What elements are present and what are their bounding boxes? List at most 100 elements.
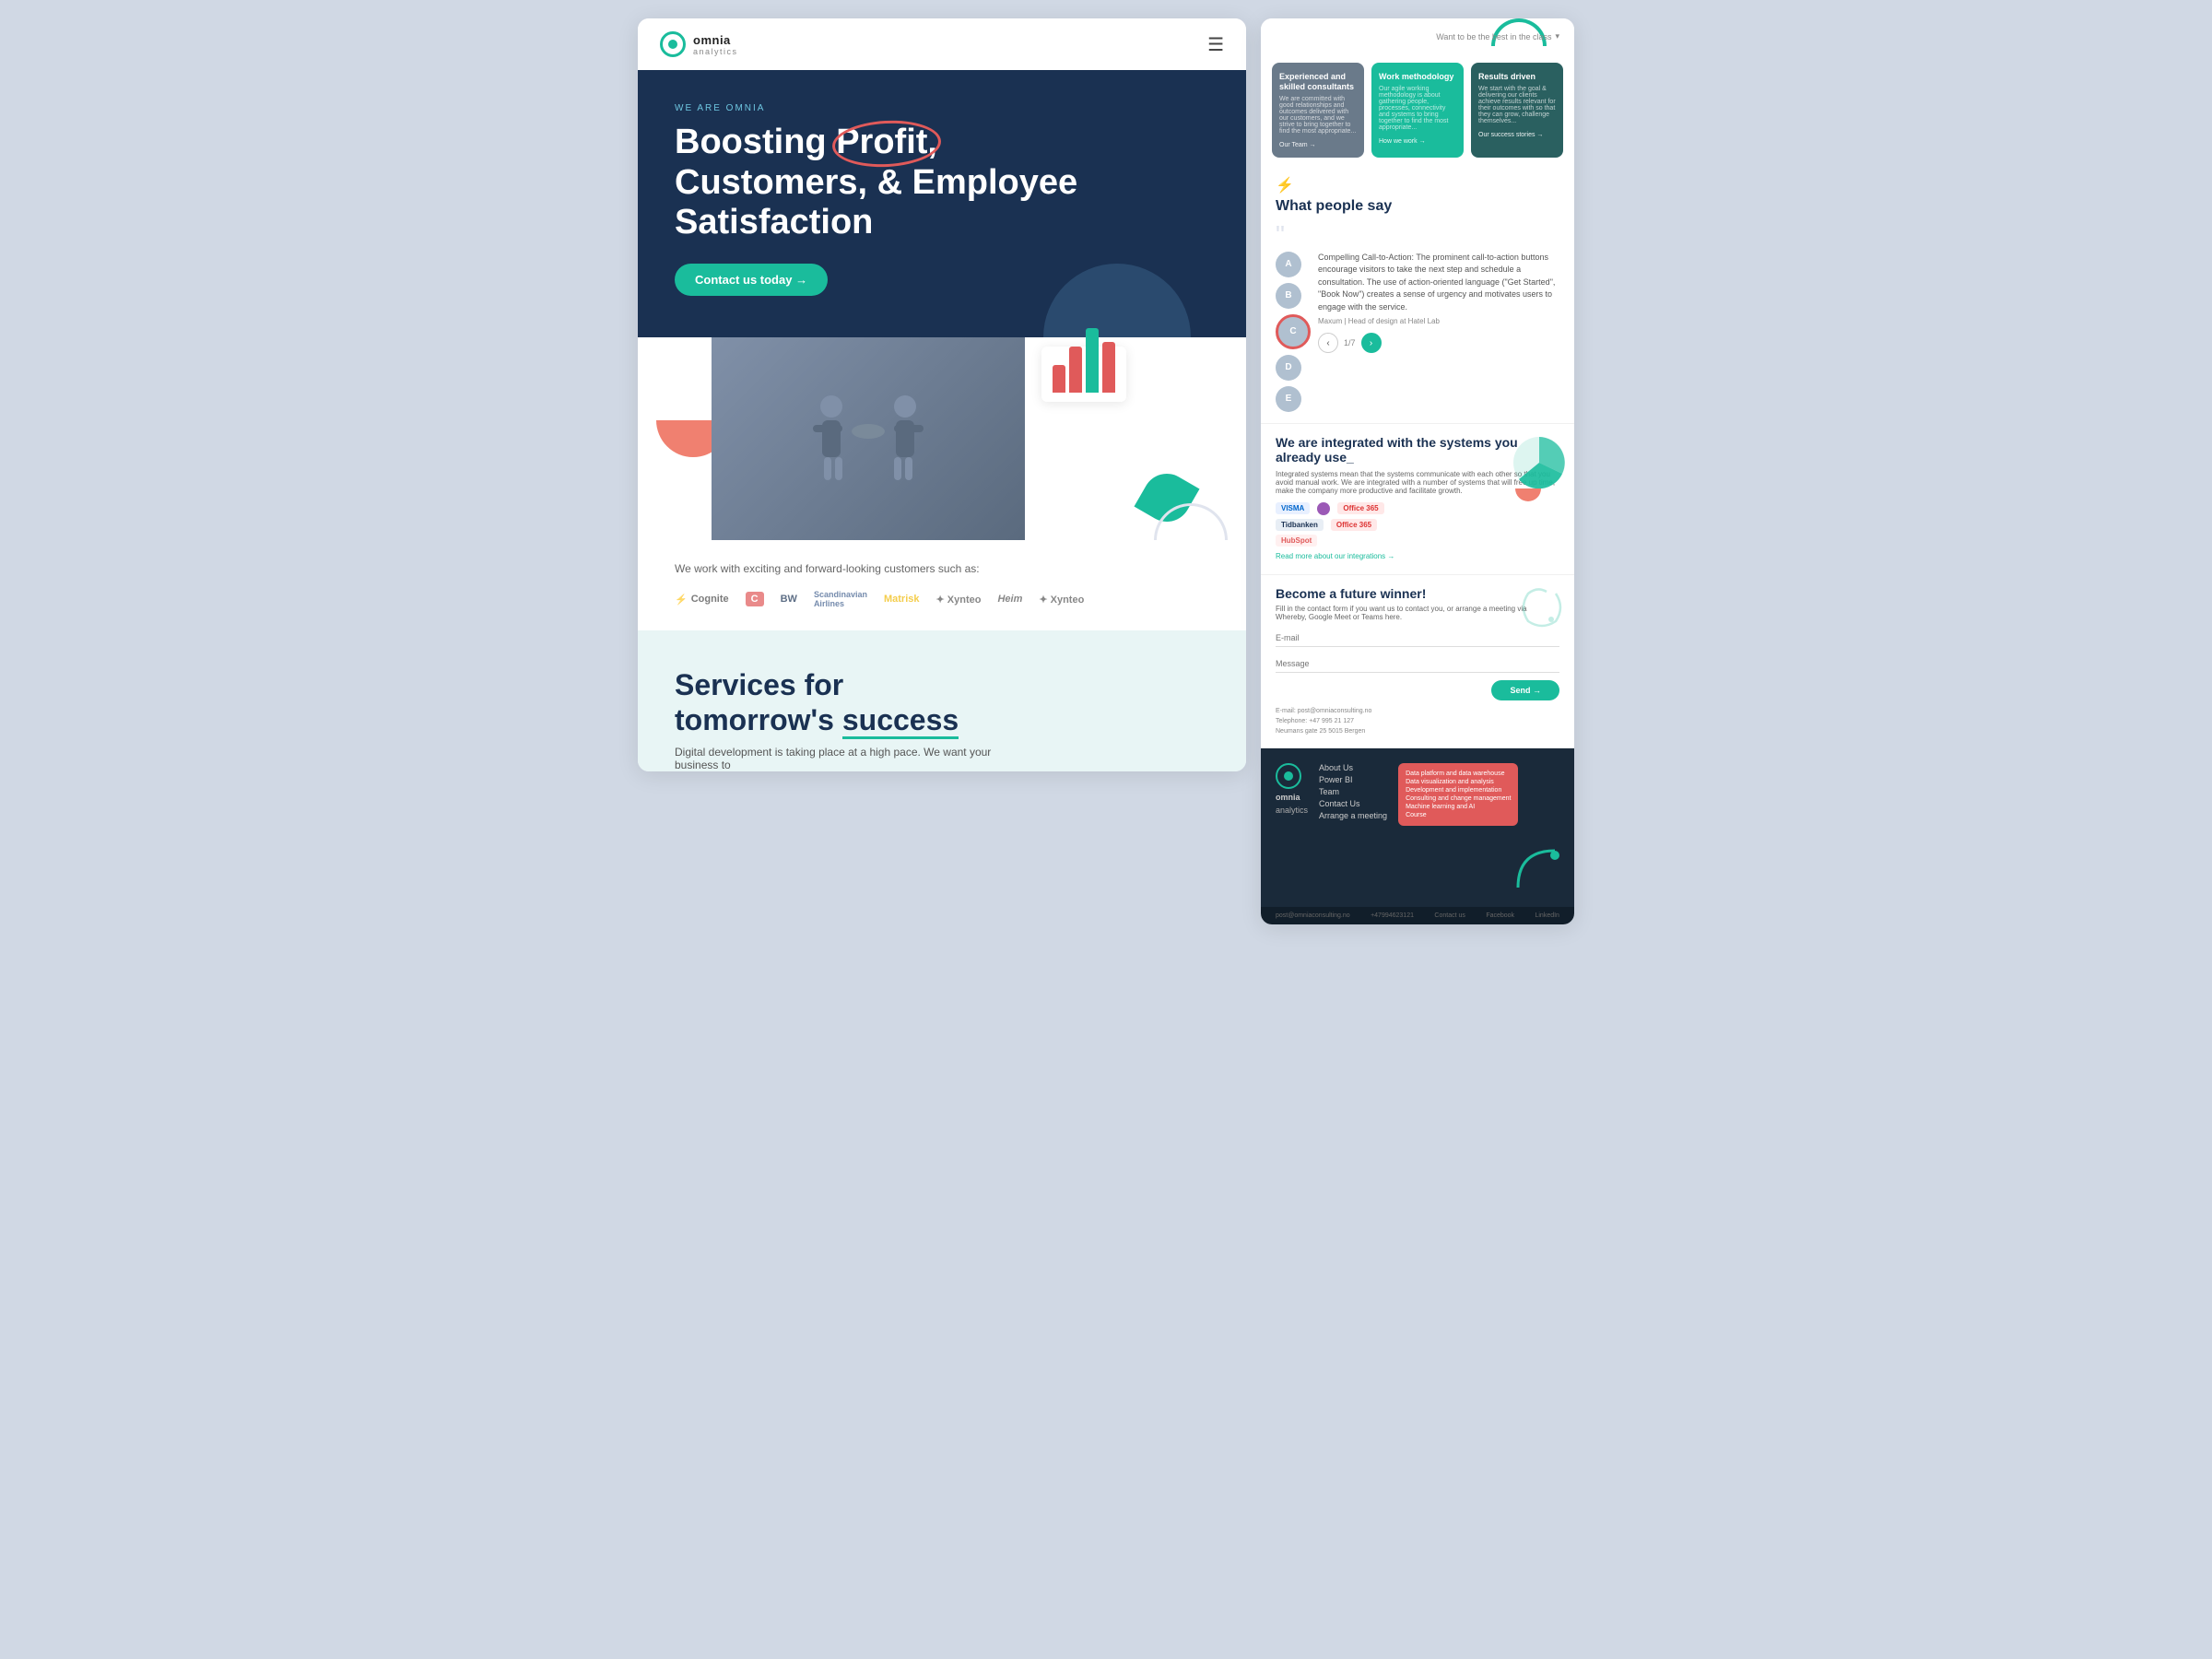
email-field[interactable] [1276, 629, 1559, 647]
footer-bottom: post@omniaconsulting.no +47994623121 Con… [1261, 907, 1574, 924]
footer-service-4: Consulting and change management [1406, 795, 1511, 802]
cards-row: Experienced and skilled consultants We a… [1261, 55, 1574, 165]
footer-logo-icon [1276, 763, 1301, 789]
testimonial-navigation: ‹ 1/7 › [1318, 333, 1559, 353]
footer-linkedin-link[interactable]: LinkedIn [1535, 912, 1559, 919]
contact-description: Fill in the contact form if you want us … [1276, 605, 1559, 621]
footer-facebook-link[interactable]: Facebook [1486, 912, 1514, 919]
send-button[interactable]: Send → [1491, 680, 1559, 700]
brand-sub: analytics [693, 47, 738, 56]
client-bw: BW [781, 594, 797, 605]
card-methodology-link[interactable]: How we work → [1379, 138, 1456, 145]
image-inner [712, 337, 1025, 540]
footer-link-meeting[interactable]: Arrange a meeting [1319, 811, 1387, 820]
visma-logo: VISMA [1276, 502, 1310, 514]
card-consultants-title: Experienced and skilled consultants [1279, 72, 1357, 92]
footer-service-6: Course [1406, 812, 1511, 818]
purple-dot-decoration [1317, 502, 1330, 515]
integrations-link-text: Read more about our integrations → [1276, 552, 1394, 560]
client-xynteo2: ✦ Xynteo [1039, 594, 1084, 606]
dropdown-bar[interactable]: Want to be the best in the class ▾ [1436, 31, 1559, 41]
business-section [638, 337, 1246, 540]
office365-logo-2: Office 365 [1331, 519, 1377, 531]
chart-widget [1041, 347, 1126, 402]
footer-logo-area: omnia analytics [1276, 763, 1308, 826]
testimonial-count: 1/7 [1344, 338, 1356, 347]
services-description: Digital development is taking place at a… [675, 746, 1025, 771]
card-results-desc: We start with the goal & delivering our … [1478, 86, 1556, 124]
swirl-decoration [1519, 584, 1565, 630]
handshake-image [712, 337, 1025, 540]
footer-service-2: Data visualization and analysis [1406, 779, 1511, 785]
testimonial-prev-button[interactable]: ‹ [1318, 333, 1338, 353]
salmon-semi-decoration [1515, 488, 1541, 501]
client-c: C [746, 592, 764, 606]
logo-icon [660, 31, 686, 57]
footer-navigation: About Us Power BI Team Contact Us Arrang… [1319, 763, 1387, 826]
avatar-3: D [1276, 355, 1301, 381]
testimonial-row: A B C D E Compelling Call-to-Action: The… [1276, 252, 1559, 412]
hamburger-menu[interactable]: ☰ [1207, 33, 1224, 56]
card-methodology-title: Work methodology [1379, 72, 1456, 82]
card-consultants: Experienced and skilled consultants We a… [1272, 63, 1364, 158]
footer-link-contact[interactable]: Contact Us [1319, 799, 1387, 808]
footer-service-5: Machine learning and AI [1406, 804, 1511, 810]
right-panel: Want to be the best in the class ▾ Exper… [1261, 18, 1574, 924]
card-results-title: Results driven [1478, 72, 1556, 82]
hero-title-line3: Satisfaction [675, 203, 873, 241]
message-field[interactable] [1276, 655, 1559, 673]
footer-link-powerbi[interactable]: Power BI [1319, 775, 1387, 784]
integrations-link[interactable]: Read more about our integrations → [1276, 552, 1394, 560]
chart-bar-3 [1086, 328, 1099, 393]
quote-marks: " [1276, 222, 1559, 248]
services-title-line1: Services for [675, 668, 843, 701]
footer-link-about[interactable]: About Us [1319, 763, 1387, 772]
contact-email: E-mail: post@omniaconsulting.no [1276, 706, 1559, 716]
dropdown-label: Want to be the best in the class [1436, 32, 1551, 41]
client-scandinavian: ScandinavianAirlines [814, 590, 867, 608]
contact-section: Become a future winner! Fill in the cont… [1261, 575, 1574, 749]
teal-pie-chart-decoration [1512, 435, 1567, 490]
hero-semicircle-decoration [1043, 264, 1191, 337]
cognite-label: Cognite [691, 594, 729, 605]
services-title: Services for tomorrow's success [675, 667, 1209, 738]
client-heim: Heim [997, 594, 1022, 605]
footer-contact-link[interactable]: Contact us [1434, 912, 1465, 919]
footer-section: omnia analytics About Us Power BI Team C… [1261, 748, 1574, 907]
hero-label: WE ARE OMNIA [675, 103, 1209, 113]
client-xynteo1: ✦ Xynteo [936, 594, 982, 606]
testimonial-next-button[interactable]: › [1361, 333, 1382, 353]
footer-link-team[interactable]: Team [1319, 787, 1387, 796]
business-image-row [638, 337, 1246, 540]
testimonial-text: Compelling Call-to-Action: The prominent… [1318, 252, 1559, 314]
card-consultants-link[interactable]: Our Team → [1279, 142, 1357, 148]
hero-highlight: Profit, [836, 123, 937, 163]
contact-us-button[interactable]: Contact us today → [675, 264, 828, 296]
navbar: omnia analytics ☰ [638, 18, 1246, 70]
hero-section: WE ARE OMNIA Boosting Profit, Customers,… [638, 70, 1246, 337]
left-panel: omnia analytics ☰ WE ARE OMNIA Boosting … [638, 18, 1246, 771]
footer-teal-arc-decoration [1513, 846, 1559, 892]
card-results: Results driven We start with the goal & … [1471, 63, 1563, 158]
client-cognite: ⚡Cognite [675, 594, 729, 606]
integrations-logos: VISMA Office 365 Tidbanken Office 365 Hu… [1276, 502, 1559, 547]
avatar-column: A B C D E [1276, 252, 1311, 412]
lightning-icon: ⚡ [1276, 176, 1559, 194]
chevron-down-icon: ▾ [1555, 31, 1559, 41]
logo-text-area: omnia analytics [693, 33, 738, 56]
contact-address: Neumans gate 25 5015 Bergen [1276, 726, 1559, 736]
avatar-1: A [1276, 252, 1301, 277]
footer-email: post@omniaconsulting.no [1276, 912, 1350, 919]
testimonial-author: Maxum | Head of design at Hatel Lab [1318, 317, 1559, 325]
contact-info: E-mail: post@omniaconsulting.no Telephon… [1276, 706, 1559, 737]
chart-bar-4 [1102, 342, 1115, 393]
card-results-link[interactable]: Our success stories → [1478, 132, 1556, 138]
chart-bar-1 [1053, 365, 1065, 393]
footer-phone: +47994623121 [1371, 912, 1414, 919]
clients-row: ⚡Cognite C BW ScandinavianAirlines Matri… [675, 590, 1209, 608]
avatar-2: B [1276, 283, 1301, 309]
logo-dot [668, 40, 677, 49]
integrations-row-1: VISMA Office 365 [1276, 502, 1559, 515]
handshake-svg [785, 383, 951, 494]
card-consultants-desc: We are committed with good relationships… [1279, 96, 1357, 135]
